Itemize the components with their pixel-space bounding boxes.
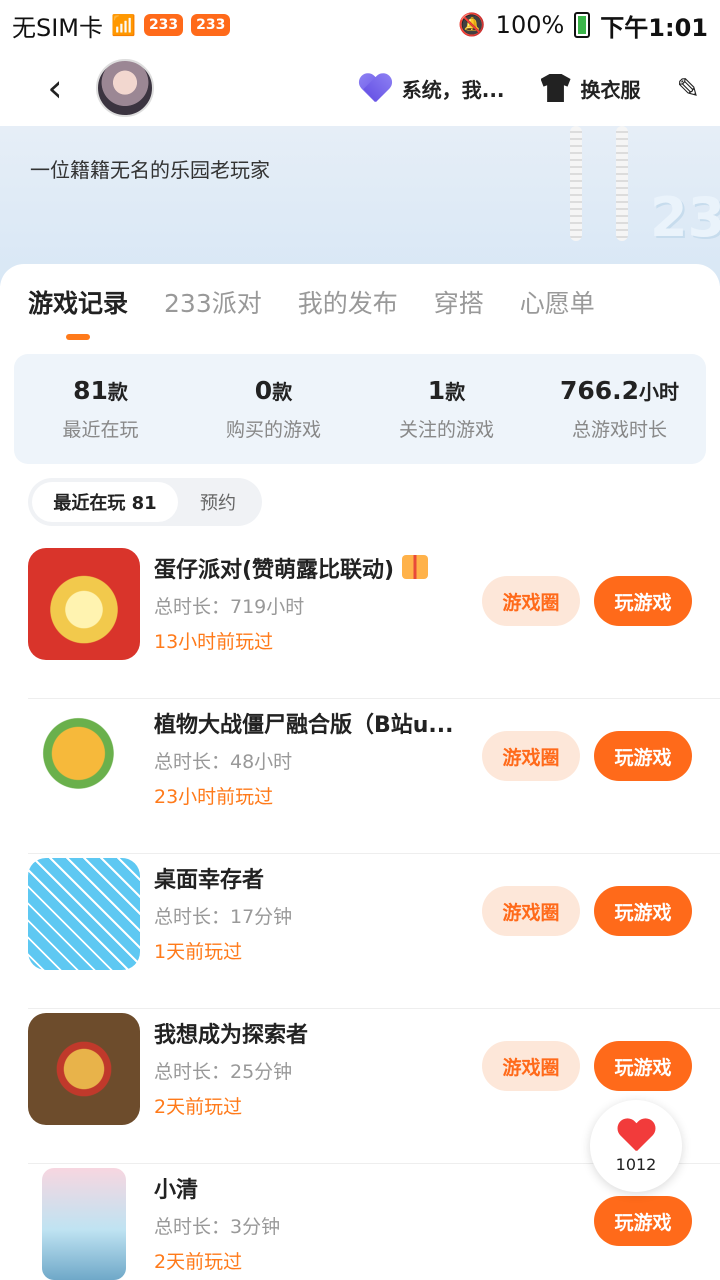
stat-label: 最近在玩: [62, 419, 139, 441]
game-title: 蛋仔派对(赞萌露比联动): [154, 558, 395, 583]
like-button[interactable]: 1012: [590, 1100, 682, 1192]
game-title: 桌面幸存者: [154, 868, 265, 893]
stats-panel: 81款 最近在玩 0款 购买的游戏 1款 关注的游戏 766.2小时 总游戏时长: [14, 354, 706, 464]
tab-game-records[interactable]: 游戏记录: [28, 284, 128, 340]
stat-unit: 款: [445, 380, 466, 404]
stat-purchased[interactable]: 0款 购买的游戏: [187, 354, 360, 464]
battery-percent: 100%: [495, 11, 565, 39]
status-bar: 无SIM卡 📶 233 233 🔕 100% 下午1:01: [0, 0, 720, 50]
game-duration: 总时长：3分钟: [154, 1216, 281, 1238]
play-game-button[interactable]: 玩游戏: [594, 731, 692, 781]
game-duration: 总时长：719小时: [154, 596, 305, 618]
game-circle-button[interactable]: 游戏圈: [482, 731, 580, 781]
wardrobe-label: 换衣服: [580, 77, 641, 102]
app-badge: 233: [143, 14, 184, 36]
avatar[interactable]: [96, 59, 154, 117]
stat-unit: 小时: [639, 380, 680, 404]
profile-tabs: 游戏记录 233派对 我的发布 穿搭 心愿单: [28, 284, 595, 340]
stat-value: 1: [427, 376, 446, 405]
stat-unit: 款: [107, 380, 128, 404]
game-last-played: 13小时前玩过: [154, 631, 274, 653]
tab-233-party[interactable]: 233派对: [164, 284, 262, 340]
chevron-left-icon: ‹: [47, 66, 63, 110]
play-game-button[interactable]: 玩游戏: [594, 886, 692, 936]
game-last-played: 2天前玩过: [154, 1096, 243, 1118]
list-item[interactable]: 植物大战僵尸融合版（B站u... 总时长：48小时 23小时前玩过 游戏圈 玩游…: [28, 699, 720, 854]
avatar-figure: [560, 126, 640, 246]
shirt-icon: [540, 74, 571, 102]
game-icon[interactable]: [28, 703, 140, 815]
heart-icon: [617, 1119, 655, 1153]
pencil-icon: ✎: [676, 71, 700, 105]
game-last-played: 1天前玩过: [154, 941, 243, 963]
game-last-played: 23小时前玩过: [154, 786, 274, 808]
stat-value: 81: [73, 376, 108, 405]
game-title: 我想成为探索者: [154, 1023, 309, 1048]
game-icon[interactable]: [28, 858, 140, 970]
game-duration: 总时长：17分钟: [154, 906, 293, 928]
stat-followed[interactable]: 1款 关注的游戏: [360, 354, 533, 464]
profile-header: ‹ 系统，我... 换衣服 ✎: [0, 50, 720, 126]
like-count: 1012: [615, 1154, 657, 1174]
back-button[interactable]: ‹: [20, 58, 90, 118]
clock: 下午1:01: [600, 13, 708, 42]
banner-logo: 233: [650, 186, 720, 249]
game-last-played: 2天前玩过: [154, 1251, 243, 1273]
tab-my-posts[interactable]: 我的发布: [298, 284, 398, 340]
list-item[interactable]: 蛋仔派对(赞萌露比联动) 总时长：719小时 13小时前玩过 游戏圈 玩游戏: [28, 544, 720, 699]
tab-outfits[interactable]: 穿搭: [434, 284, 484, 340]
stat-label: 购买的游戏: [225, 419, 321, 441]
filter-reserve[interactable]: 预约: [178, 482, 258, 522]
game-icon[interactable]: [42, 1168, 126, 1280]
profile-banner: 一位籍籍无名的乐园老玩家 233: [0, 126, 720, 286]
filter-recent[interactable]: 最近在玩 81: [32, 482, 178, 522]
status-label: 系统，我...: [401, 77, 505, 102]
stat-value: 766.2: [559, 376, 640, 405]
game-title: 植物大战僵尸融合版（B站u...: [154, 713, 454, 738]
stat-value: 0: [254, 376, 273, 405]
play-game-button[interactable]: 玩游戏: [594, 1196, 692, 1246]
play-game-button[interactable]: 玩游戏: [594, 1041, 692, 1091]
game-circle-button[interactable]: 游戏圈: [482, 576, 580, 626]
play-game-button[interactable]: 玩游戏: [594, 576, 692, 626]
tab-wishlist[interactable]: 心愿单: [520, 284, 595, 340]
stat-unit: 款: [272, 380, 293, 404]
list-item[interactable]: 桌面幸存者 总时长：17分钟 1天前玩过 游戏圈 玩游戏: [28, 854, 720, 1009]
app-badge: 233: [191, 14, 231, 36]
game-title: 小清: [154, 1178, 199, 1203]
battery-icon: [574, 12, 591, 38]
profile-bio: 一位籍籍无名的乐园老玩家: [30, 158, 270, 182]
filter-segment: 最近在玩 81 预约: [28, 478, 262, 526]
game-icon[interactable]: [28, 1013, 140, 1125]
mute-icon: 🔕: [458, 12, 486, 38]
stat-label: 总游戏时长: [571, 419, 667, 441]
edit-profile-button[interactable]: ✎: [677, 72, 700, 105]
game-duration: 总时长：48小时: [154, 751, 293, 773]
game-circle-button[interactable]: 游戏圈: [482, 1041, 580, 1091]
carrier-text: 无SIM卡: [12, 13, 104, 42]
wardrobe-button[interactable]: 换衣服: [540, 74, 641, 103]
game-circle-button[interactable]: 游戏圈: [482, 886, 580, 936]
game-duration: 总时长：25分钟: [154, 1061, 293, 1083]
stat-recent[interactable]: 81款 最近在玩: [14, 354, 187, 464]
heart-icon: [358, 74, 392, 102]
status-button[interactable]: 系统，我...: [358, 74, 505, 103]
wifi-icon: 📶: [111, 13, 136, 37]
gift-icon[interactable]: [402, 555, 429, 579]
game-icon[interactable]: [28, 548, 140, 660]
stat-label: 关注的游戏: [398, 419, 494, 441]
stat-total-time[interactable]: 766.2小时 总游戏时长: [533, 354, 706, 464]
